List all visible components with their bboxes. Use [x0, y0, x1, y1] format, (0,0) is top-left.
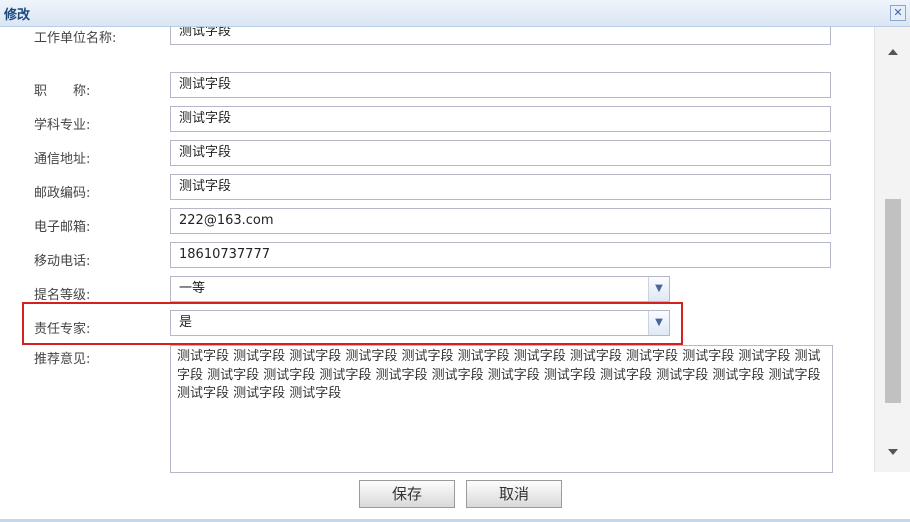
dialog-footer: 保存 取消 [0, 473, 910, 522]
dialog-title: 修改 [4, 8, 31, 23]
email-input[interactable]: 222@163.com [170, 208, 831, 234]
form-row-mobile: 移动电话: 18610737777 [0, 242, 873, 276]
vertical-scrollbar[interactable] [874, 27, 910, 472]
mobile-input[interactable]: 18610737777 [170, 242, 831, 268]
scroll-down-arrow-icon[interactable] [888, 449, 898, 455]
responsible-expert-label: 责任专家: [34, 322, 91, 337]
scroll-thumb[interactable] [885, 199, 901, 403]
dialog-titlebar: 修改 ✕ [0, 0, 910, 27]
title-input[interactable]: 测试字段 [170, 72, 831, 98]
discipline-input[interactable]: 测试字段 [170, 106, 831, 132]
recommendation-label: 推荐意见: [34, 352, 91, 367]
chevron-down-icon[interactable]: ▼ [648, 311, 669, 335]
work-unit-input[interactable]: 测试字段 [170, 27, 831, 45]
form-row-responsible-expert: 责任专家: 是 ▼ [0, 310, 873, 344]
cancel-button[interactable]: 取消 [466, 480, 562, 508]
recommendation-textarea[interactable]: 测试字段 测试字段 测试字段 测试字段 测试字段 测试字段 测试字段 测试字段 … [170, 345, 833, 473]
work-unit-label: 工作单位名称: [34, 31, 117, 46]
postcode-label: 邮政编码: [34, 186, 91, 201]
responsible-expert-select[interactable]: 是 ▼ [170, 310, 670, 336]
form-row-title: 职 称: 测试字段 [0, 72, 873, 106]
form-row-postcode: 邮政编码: 测试字段 [0, 174, 873, 208]
postcode-input[interactable]: 测试字段 [170, 174, 831, 200]
nomination-level-value: 一等 [179, 281, 206, 296]
email-label: 电子邮箱: [34, 220, 91, 235]
form-scroll-area: 工作单位名称: 测试字段 职 称: 测试字段 学科专业: 测试字段 通信地址: … [0, 27, 873, 473]
nomination-level-label: 提名等级: [34, 288, 91, 303]
responsible-expert-value: 是 [179, 315, 193, 330]
discipline-label: 学科专业: [34, 118, 91, 133]
title-label: 职 称: [34, 84, 91, 99]
form-row-address: 通信地址: 测试字段 [0, 140, 873, 174]
chevron-down-icon[interactable]: ▼ [648, 277, 669, 301]
form-row-nomination-level: 提名等级: 一等 ▼ [0, 276, 873, 310]
form-row-work-unit: 工作单位名称: 测试字段 [0, 27, 873, 53]
edit-dialog: 修改 ✕ 工作单位名称: 测试字段 职 称: 测试字段 学科专业: 测试字段 通… [0, 0, 910, 522]
save-button[interactable]: 保存 [359, 480, 455, 508]
address-input[interactable]: 测试字段 [170, 140, 831, 166]
address-label: 通信地址: [34, 152, 91, 167]
mobile-label: 移动电话: [34, 254, 91, 269]
close-icon[interactable]: ✕ [890, 5, 906, 21]
nomination-level-select[interactable]: 一等 ▼ [170, 276, 670, 302]
scroll-up-arrow-icon[interactable] [888, 49, 898, 55]
form-row-email: 电子邮箱: 222@163.com [0, 208, 873, 242]
form-row-discipline: 学科专业: 测试字段 [0, 106, 873, 140]
